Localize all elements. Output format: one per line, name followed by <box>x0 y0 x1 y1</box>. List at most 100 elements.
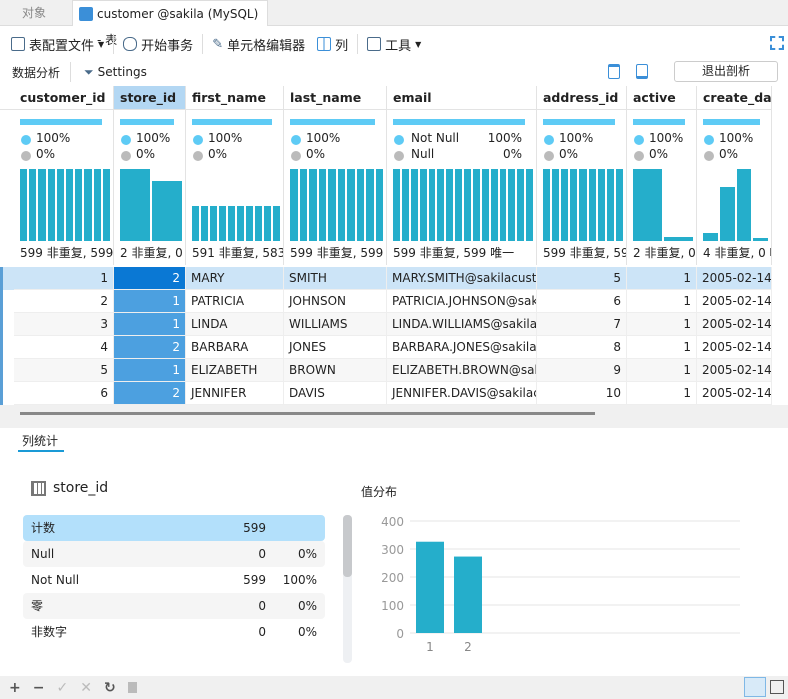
cell-active[interactable]: 1 <box>627 336 697 359</box>
cell-store_id[interactable]: 1 <box>114 359 186 382</box>
cell-address_id[interactable]: 10 <box>537 382 627 405</box>
cell-address_id[interactable]: 9 <box>537 359 627 382</box>
check-icon[interactable]: ✓ <box>56 680 68 696</box>
chart-bar <box>416 541 444 633</box>
cell-create_date[interactable]: 2005-02-14 <box>697 290 772 313</box>
add-icon[interactable]: + <box>9 680 21 696</box>
cell-store_id[interactable]: 2 <box>114 267 186 290</box>
vertical-scrollbar-thumb[interactable] <box>343 515 352 577</box>
stat-percent: 0% <box>297 547 317 561</box>
fullscreen-icon[interactable] <box>770 36 784 50</box>
cell-editor-button[interactable]: ✎ 单元格编辑器 <box>209 35 308 54</box>
row-marker[interactable] <box>0 267 14 290</box>
histogram-bar <box>664 237 693 241</box>
cell-create_date[interactable]: 2005-02-14 <box>697 267 772 290</box>
layout-top-icon[interactable] <box>608 64 620 79</box>
cell-last_name[interactable]: JONES <box>284 336 387 359</box>
cell-email[interactable]: MARY.SMITH@sakilacustomer.org <box>387 267 537 290</box>
stop-icon[interactable] <box>127 682 137 693</box>
grid-view-icon[interactable] <box>744 677 766 697</box>
column-header-last_name[interactable]: last_name <box>284 86 387 110</box>
column-header-active[interactable]: active <box>627 86 697 110</box>
legend-label: Not Null <box>411 131 460 145</box>
column-header-email[interactable]: email <box>387 86 537 110</box>
settings-button[interactable]: ⏷ Settings <box>81 65 150 80</box>
cell-first_name[interactable]: PATRICIA <box>186 290 284 313</box>
cell-last_name[interactable]: BROWN <box>284 359 387 382</box>
cell-active[interactable]: 1 <box>627 290 697 313</box>
row-marker[interactable] <box>0 313 14 336</box>
value-distribution-chart: 0 100 200 300 400 1 2 <box>381 515 740 654</box>
cell-email[interactable]: JENNIFER.DAVIS@sakilacustomer.org <box>387 382 537 405</box>
cell-customer_id[interactable]: 5 <box>14 359 114 382</box>
cell-email[interactable]: LINDA.WILLIAMS@sakilacustomer.org <box>387 313 537 336</box>
cell-customer_id[interactable]: 6 <box>14 382 114 405</box>
row-marker[interactable] <box>0 382 14 405</box>
cell-create_date[interactable]: 2005-02-14 <box>697 313 772 336</box>
cell-address_id[interactable]: 6 <box>537 290 627 313</box>
cell-store_id[interactable]: 2 <box>114 382 186 405</box>
row-marker[interactable] <box>0 359 14 382</box>
cell-last_name[interactable]: WILLIAMS <box>284 313 387 336</box>
begin-transaction-button[interactable]: 开始事务 <box>120 35 196 54</box>
column-header-create_date[interactable]: create_date <box>697 86 772 110</box>
cell-address_id[interactable]: 8 <box>537 336 627 359</box>
refresh-icon[interactable]: ↻ <box>104 680 116 696</box>
legend-percent: 0% <box>306 147 326 161</box>
exit-profile-button[interactable]: 退出剖析 <box>674 61 778 82</box>
legend-dot-icon <box>704 151 714 161</box>
column-header-store_id[interactable]: store_id <box>114 86 186 110</box>
row-marker[interactable] <box>0 336 14 359</box>
cell-create_date[interactable]: 2005-02-14 <box>697 359 772 382</box>
columns-button[interactable]: 列 <box>314 35 351 54</box>
cell-first_name[interactable]: MARY <box>186 267 284 290</box>
column-header-customer_id[interactable]: customer_id <box>14 86 114 110</box>
cell-customer_id[interactable]: 4 <box>14 336 114 359</box>
cell-create_date[interactable]: 2005-02-14 <box>697 336 772 359</box>
column-header-address_id[interactable]: address_id <box>537 86 627 110</box>
tab-objects[interactable]: 对象 <box>14 0 54 26</box>
histogram-bar <box>579 169 587 241</box>
row-marker[interactable] <box>0 290 14 313</box>
table-profile-button[interactable]: 表配置文件 ▼ <box>8 35 107 54</box>
cell-email[interactable]: ELIZABETH.BROWN@sakilacustomer.org <box>387 359 537 382</box>
label: 单元格编辑器 <box>227 38 306 54</box>
stat-count: 0 <box>258 599 266 613</box>
cell-active[interactable]: 1 <box>627 382 697 405</box>
remove-icon[interactable]: − <box>33 680 45 696</box>
column-header-first_name[interactable]: first_name <box>186 86 284 110</box>
cell-active[interactable]: 1 <box>627 359 697 382</box>
cell-store_id[interactable]: 2 <box>114 336 186 359</box>
form-view-icon[interactable] <box>770 680 784 694</box>
cell-email[interactable]: PATRICIA.JOHNSON@sakilacustomer.org <box>387 290 537 313</box>
cell-store_id[interactable]: 1 <box>114 290 186 313</box>
cell-last_name[interactable]: JOHNSON <box>284 290 387 313</box>
cell-address_id[interactable]: 7 <box>537 313 627 336</box>
legend-dot-icon <box>291 151 301 161</box>
cell-customer_id[interactable]: 1 <box>14 267 114 290</box>
cell-last_name[interactable]: DAVIS <box>284 382 387 405</box>
cell-customer_id[interactable]: 3 <box>14 313 114 336</box>
tab-column-stats[interactable]: 列统计 <box>22 432 58 449</box>
database-icon <box>123 37 138 51</box>
cell-active[interactable]: 1 <box>627 313 697 336</box>
cell-customer_id[interactable]: 2 <box>14 290 114 313</box>
cancel-icon[interactable]: ✕ <box>80 680 92 696</box>
horizontal-scrollbar-thumb[interactable] <box>20 412 595 415</box>
cell-address_id[interactable]: 5 <box>537 267 627 290</box>
cell-active[interactable]: 1 <box>627 267 697 290</box>
cell-create_date[interactable]: 2005-02-14 <box>697 382 772 405</box>
cell-first_name[interactable]: JENNIFER <box>186 382 284 405</box>
histogram-bar <box>246 205 253 241</box>
y-tick-label: 400 <box>381 515 404 529</box>
cell-first_name[interactable]: LINDA <box>186 313 284 336</box>
cell-first_name[interactable]: ELIZABETH <box>186 359 284 382</box>
cell-first_name[interactable]: BARBARA <box>186 336 284 359</box>
cell-last_name[interactable]: SMITH <box>284 267 387 290</box>
tools-button[interactable]: 工具 ▼ <box>364 35 424 54</box>
cell-store_id[interactable]: 1 <box>114 313 186 336</box>
layout-bottom-icon[interactable] <box>636 64 648 79</box>
column-profile-customer_id: 100% 0% 599 非重复, 599 唯一 <box>14 110 114 265</box>
cell-email[interactable]: BARBARA.JONES@sakilacustomer.org <box>387 336 537 359</box>
tab-customer-table[interactable]: customer @sakila (MySQL) - 表 <box>72 0 268 47</box>
